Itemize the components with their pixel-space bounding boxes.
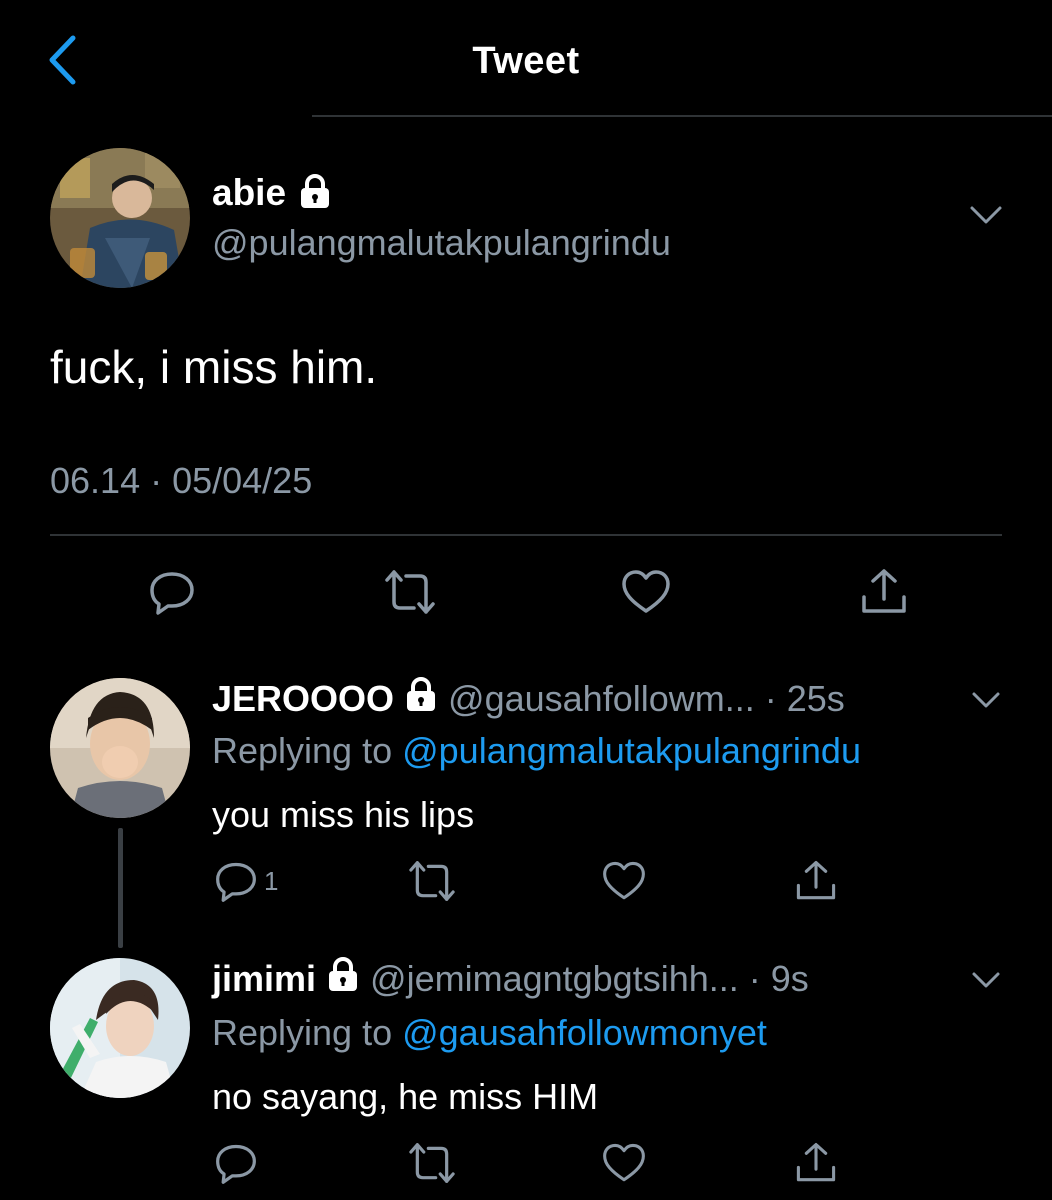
reply-header: jimimi @jemimagntgbgtsihh... · 9s (212, 956, 809, 1001)
reply-author-name[interactable]: jimimi (212, 958, 316, 1000)
reply-count: 1 (264, 865, 279, 896)
like-button[interactable] (602, 1140, 646, 1186)
heart-icon (603, 861, 645, 900)
like-button[interactable] (620, 566, 672, 618)
chevron-down-icon (972, 692, 1000, 708)
reply-timestamp: · 25s (764, 677, 845, 719)
share-icon (862, 569, 906, 613)
heart-icon (603, 1143, 645, 1182)
reply-button[interactable]: 1 (214, 858, 278, 904)
reply-icon (216, 862, 256, 902)
reply-author-handle[interactable]: @gausahfollowm... (448, 678, 755, 720)
retweet-button[interactable] (384, 566, 436, 618)
reply-more-options-button[interactable] (968, 964, 1004, 994)
retweet-icon (385, 570, 435, 614)
reply-author-name[interactable]: JEROOOO (212, 678, 394, 720)
lock-icon (404, 676, 438, 721)
reply-icon (216, 1144, 256, 1184)
top-bar: Tweet (0, 0, 1052, 118)
thread-connector-line (118, 828, 123, 948)
header-divider (312, 115, 1052, 117)
reply-avatar[interactable] (50, 678, 190, 818)
mention-link[interactable]: @gausahfollowmonyet (402, 1012, 767, 1053)
retweet-icon (409, 861, 455, 901)
reply-text: no sayang, he miss HIM (212, 1076, 599, 1117)
retweet-icon (409, 1143, 455, 1183)
author-avatar-image (50, 148, 190, 288)
share-button[interactable] (858, 566, 910, 618)
reply-icon (150, 572, 194, 615)
reply-action-bar (0, 1140, 1052, 1190)
replying-to: Replying to @pulangmalutakpulangrindu (212, 730, 861, 771)
author-name[interactable]: abie (212, 172, 286, 214)
tweet-divider (50, 534, 1002, 536)
reply-text: you miss his lips (212, 794, 475, 835)
reply-header: JEROOOO @gausahfollowm... · 25s (212, 676, 845, 721)
author-avatar[interactable] (50, 148, 190, 288)
chevron-down-icon (972, 972, 1000, 988)
mention-link[interactable]: @pulangmalutakpulangrindu (402, 730, 861, 771)
reply-action-bar: 1 (0, 858, 1052, 908)
share-button[interactable] (794, 858, 838, 904)
more-options-button[interactable] (968, 200, 1004, 230)
chevron-down-icon (970, 206, 1002, 224)
author-handle[interactable]: @pulangmalutakpulangrindu (212, 222, 671, 264)
lock-icon (298, 173, 332, 214)
reply-timestamp: · 9s (748, 957, 809, 999)
heart-icon (622, 570, 670, 613)
share-icon (796, 1142, 836, 1182)
reply-button[interactable] (214, 1140, 264, 1186)
like-button[interactable] (602, 858, 646, 904)
replying-to: Replying to @gausahfollowmonyet (212, 1012, 767, 1053)
reply-more-options-button[interactable] (968, 684, 1004, 714)
tweet-timestamp: 06.14 · 05/04/25 (50, 460, 313, 501)
reply-avatar[interactable] (50, 958, 190, 1098)
retweet-button[interactable] (408, 1140, 456, 1186)
share-icon (796, 860, 836, 900)
share-button[interactable] (794, 1140, 838, 1186)
tweet-action-bar (0, 566, 1052, 622)
tweet-text: fuck, i miss him. (50, 341, 378, 393)
reply-author-handle[interactable]: @jemimagntgbgtsihh... (370, 958, 739, 1000)
page-title: Tweet (472, 40, 580, 82)
author-name-row: abie (212, 172, 332, 214)
reply-button[interactable] (146, 566, 198, 618)
lock-icon (326, 956, 360, 1001)
retweet-button[interactable] (408, 858, 456, 904)
